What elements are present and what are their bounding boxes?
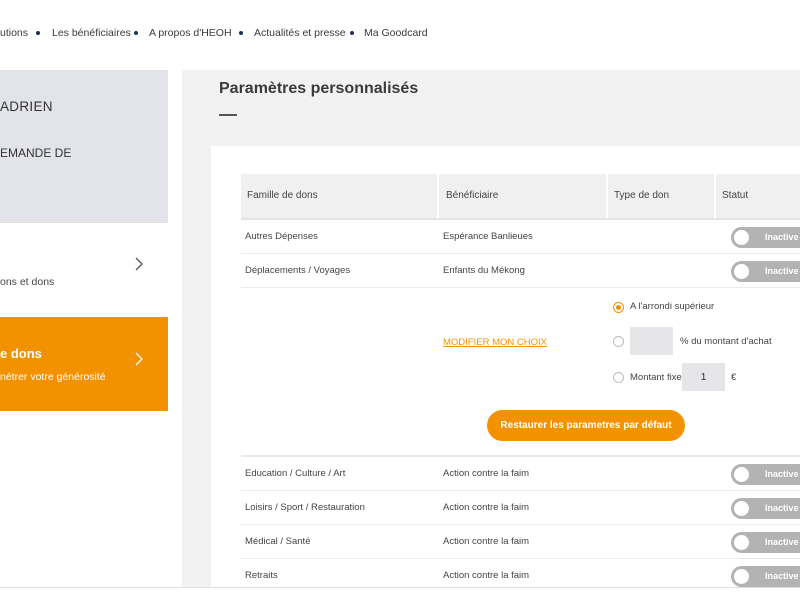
chevron-right-icon	[135, 257, 143, 271]
cell-beneficiaire: Action contre la faim	[443, 502, 530, 513]
nav-link-beneficiaires[interactable]: Les bénéficiaires	[52, 27, 131, 39]
sidebar-item-dons-subtitle: ons et dons	[0, 276, 55, 288]
cell-famille: Médical / Santé	[245, 536, 311, 547]
cell-beneficiaire: Espérance Banlieues	[443, 231, 533, 242]
column-header-famille: Famille de dons	[247, 190, 318, 201]
demande-label: EMANDE DE	[0, 146, 72, 160]
toggle-label: Inactive	[765, 232, 799, 242]
sidebar-item-parametres-title: e dons	[0, 346, 42, 361]
nav-link-actualites[interactable]: Actualités et presse	[254, 27, 346, 39]
status-toggle[interactable]: Inactive	[731, 566, 800, 587]
option-fixed-label: Montant fixe	[630, 372, 682, 383]
table-row: Déplacements / Voyages Enfants du Mékong…	[241, 254, 800, 288]
cell-famille: Education / Culture / Art	[245, 468, 346, 479]
nav-separator-dot	[36, 31, 40, 35]
radio-percent[interactable]	[613, 336, 624, 347]
user-name: ADRIEN	[0, 99, 53, 114]
page-title: Paramètres personnalisés	[219, 80, 419, 97]
table-row: Médical / Santé Action contre la faim In…	[241, 525, 800, 559]
table-row: Autres Dépenses Espérance Banlieues Inac…	[241, 220, 800, 254]
currency-label: €	[731, 372, 737, 383]
toggle-knob	[734, 535, 749, 550]
cell-beneficiaire: Action contre la faim	[443, 468, 530, 479]
option-percent-label: % du montant d'achat	[680, 336, 772, 347]
column-divider	[714, 174, 716, 218]
status-toggle[interactable]: Inactive	[731, 261, 800, 282]
chevron-right-icon	[135, 352, 143, 366]
cell-famille: Autres Dépenses	[245, 231, 318, 242]
table-row: Education / Culture / Art Action contre …	[241, 457, 800, 491]
sidebar-item-parametres-dons[interactable]: e dons nétrer votre générosité	[0, 317, 168, 411]
radio-fixed-amount[interactable]	[613, 372, 624, 383]
toggle-knob	[734, 569, 749, 584]
top-navigation: utions Les bénéficiaires A propos d'HEOH…	[0, 0, 800, 62]
column-header-beneficiaire: Bénéficiaire	[446, 190, 499, 201]
column-divider	[606, 174, 608, 218]
nav-link-solutions[interactable]: utions	[0, 27, 28, 39]
column-divider	[437, 174, 439, 218]
fixed-amount-input[interactable]	[682, 363, 725, 391]
nav-link-a-propos[interactable]: A propos d'HEOH	[149, 27, 232, 39]
status-toggle[interactable]: Inactive	[731, 464, 800, 485]
toggle-label: Inactive	[765, 266, 799, 276]
toggle-label: Inactive	[765, 571, 799, 581]
table-header: Famille de dons Bénéficiaire Type de don…	[241, 174, 800, 218]
cell-beneficiaire: Enfants du Mékong	[443, 265, 525, 276]
modify-choice-link[interactable]: MODIFIER MON CHOIX	[443, 337, 547, 348]
bottom-edge	[0, 587, 800, 600]
toggle-knob	[734, 230, 749, 245]
title-underline	[219, 114, 237, 116]
toggle-knob	[734, 501, 749, 516]
sidebar-empty-area	[0, 411, 168, 587]
cell-beneficiaire: Action contre la faim	[443, 536, 530, 547]
nav-separator-dot	[134, 31, 138, 35]
nav-separator-dot	[239, 31, 243, 35]
option-round-up-label: A l'arrondi supérieur	[630, 301, 715, 312]
radio-round-up[interactable]	[613, 302, 624, 313]
table-row: Loisirs / Sport / Restauration Action co…	[241, 491, 800, 525]
toggle-label: Inactive	[765, 469, 799, 479]
sidebar-item-parametres-subtitle: nétrer votre générosité	[0, 371, 106, 383]
cell-famille: Déplacements / Voyages	[245, 265, 351, 276]
toggle-label: Inactive	[765, 537, 799, 547]
cell-famille: Loisirs / Sport / Restauration	[245, 502, 365, 513]
column-header-type: Type de don	[614, 190, 670, 201]
toggle-knob	[734, 264, 749, 279]
toggle-knob	[734, 467, 749, 482]
nav-separator-dot	[350, 31, 354, 35]
sidebar-item-dons[interactable]: ons et dons	[0, 223, 168, 317]
percent-input[interactable]	[630, 327, 673, 355]
status-toggle[interactable]: Inactive	[731, 227, 800, 248]
nav-link-goodcard[interactable]: Ma Goodcard	[364, 27, 428, 39]
restore-defaults-button[interactable]: Restaurer les parametres par défaut	[487, 410, 685, 441]
toggle-label: Inactive	[765, 503, 799, 513]
status-toggle[interactable]: Inactive	[731, 532, 800, 553]
column-header-statut: Statut	[722, 190, 749, 201]
status-toggle[interactable]: Inactive	[731, 498, 800, 519]
